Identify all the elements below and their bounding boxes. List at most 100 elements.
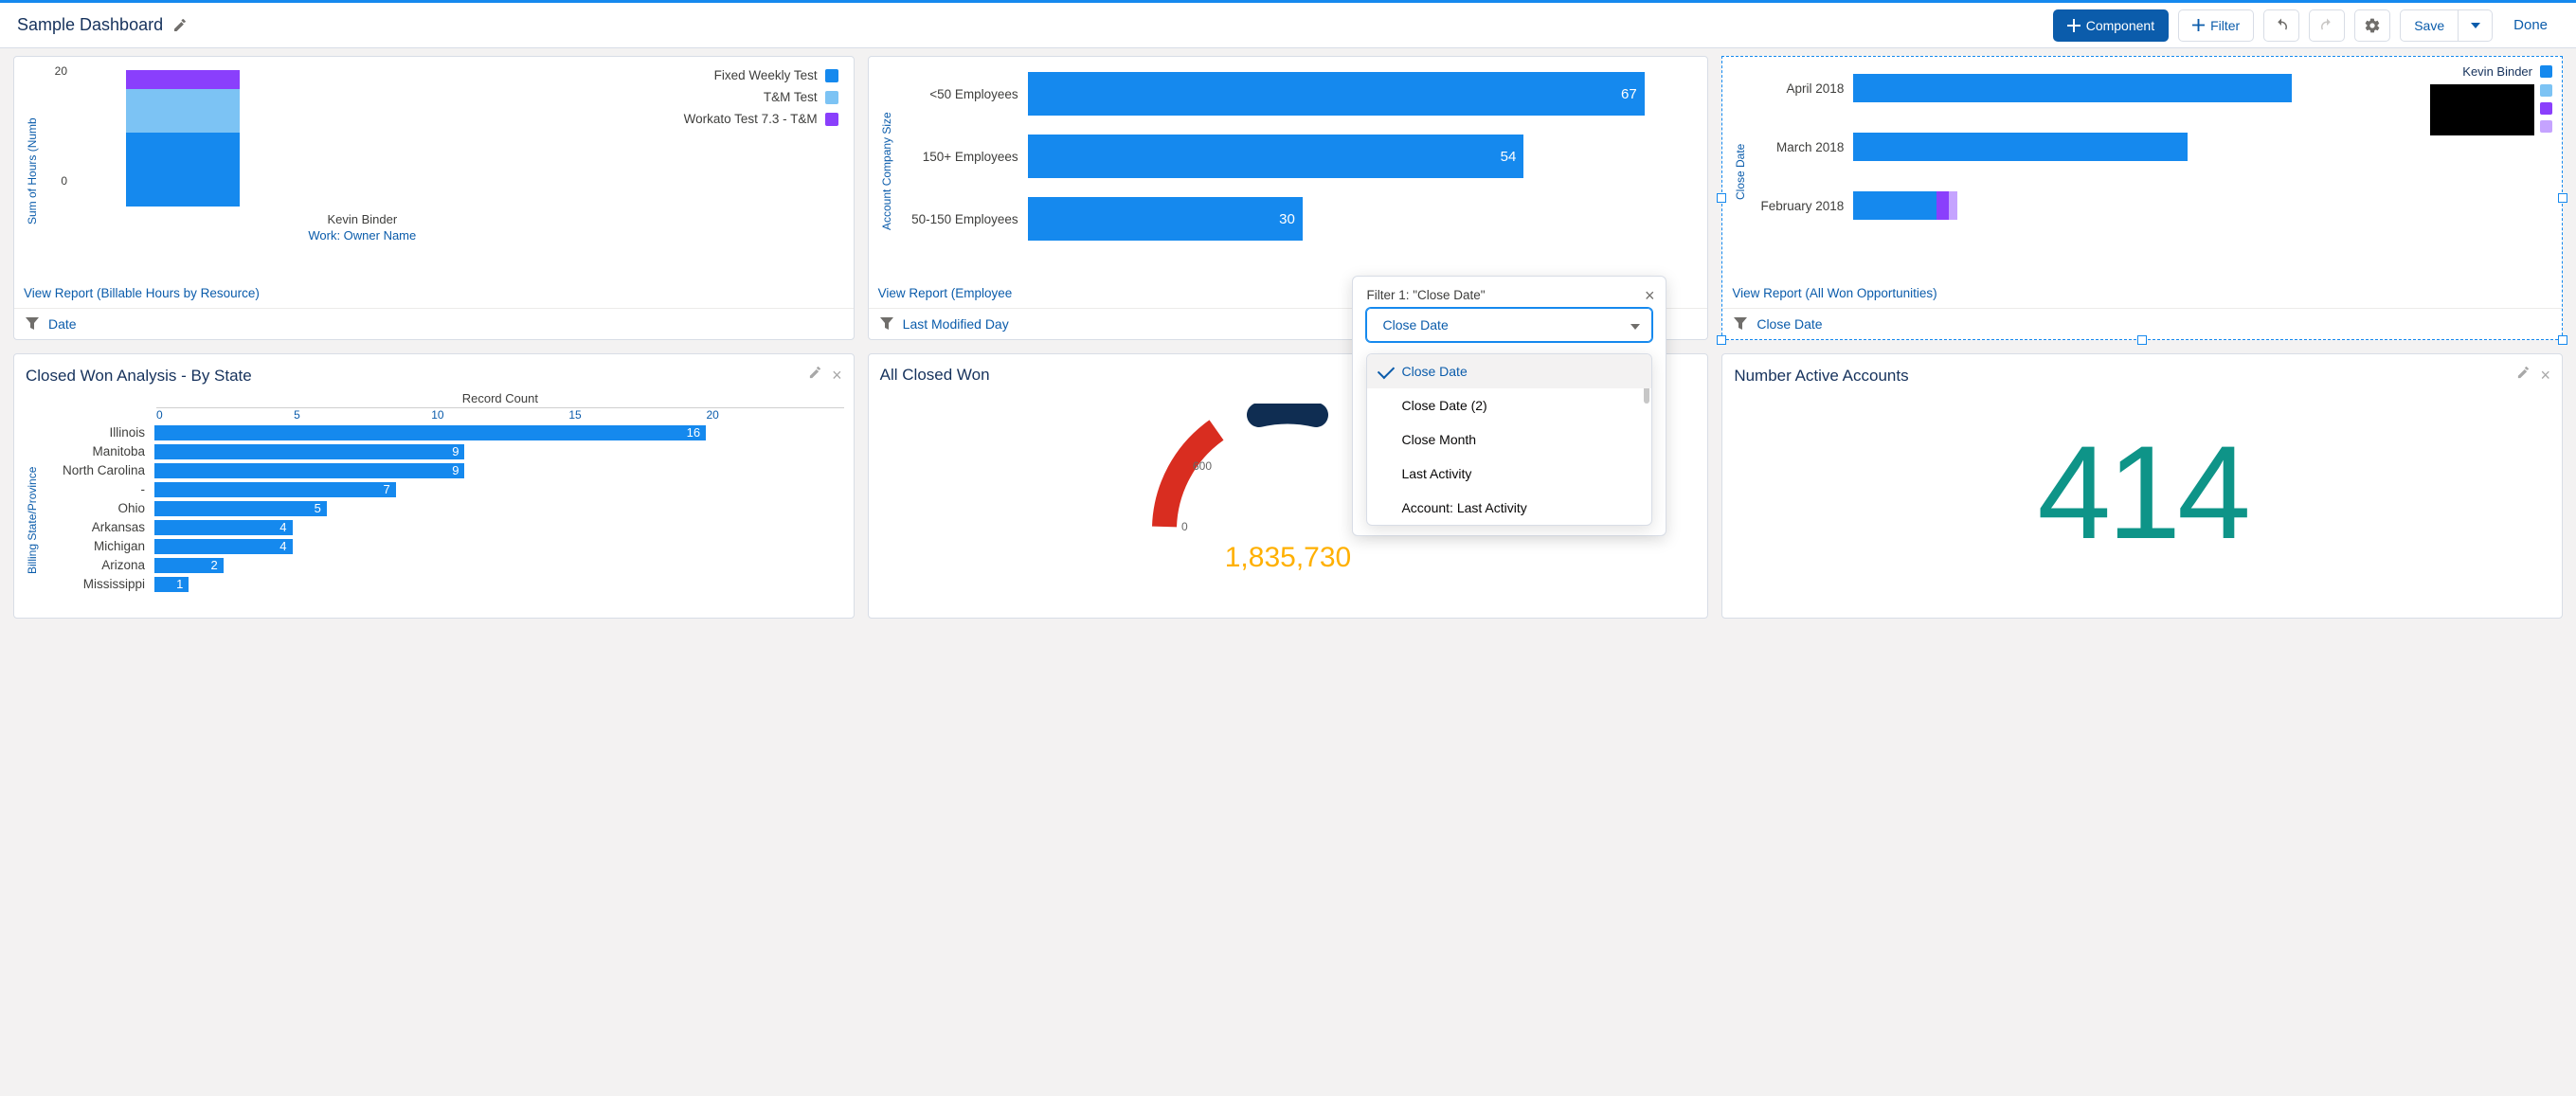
hbar-label: <50 Employees xyxy=(895,87,1028,101)
footer-filter-label[interactable]: Last Modified Day xyxy=(903,316,1009,332)
stacked-bar[interactable] xyxy=(126,70,240,207)
listbox-option[interactable]: Last Activity xyxy=(1367,457,1651,491)
option-label: Last Activity xyxy=(1401,466,1471,481)
dashboard-toolbar: Sample Dashboard Component Filter xyxy=(0,3,2576,48)
hbar-row[interactable]: <50 Employees 67 xyxy=(895,70,1699,117)
legend-swatch xyxy=(2540,84,2552,97)
view-report-link[interactable]: View Report (Billable Hours by Resource) xyxy=(24,278,844,304)
hbar-row[interactable]: 150+ Employees 54 xyxy=(895,133,1699,180)
hbar-row[interactable]: Manitoba9 xyxy=(41,442,844,460)
legend-swatch xyxy=(825,113,838,126)
legend-label: Workato Test 7.3 - T&M xyxy=(684,112,818,126)
hbar-value: 16 xyxy=(687,425,700,440)
y-tick: 0 xyxy=(61,174,67,188)
combobox-value: Close Date xyxy=(1382,317,1448,332)
redo-button[interactable] xyxy=(2309,9,2345,42)
add-component-button[interactable]: Component xyxy=(2053,9,2169,42)
hbar-bar: 2 xyxy=(154,558,224,573)
hbar-bar: 67 xyxy=(1028,72,1645,116)
legend-label: Kevin Binder xyxy=(2462,64,2532,79)
hbar-value: 4 xyxy=(279,520,286,534)
card-billable-hours[interactable]: Sum of Hours (Numb 20 0 Kevin Bind xyxy=(13,56,855,340)
bar-segment xyxy=(1853,133,2188,161)
listbox-option[interactable]: Close Date xyxy=(1367,354,1651,388)
save-menu-button[interactable] xyxy=(2459,9,2493,42)
card-title: Closed Won Analysis - By State xyxy=(26,367,252,386)
resize-handle[interactable] xyxy=(1717,335,1726,345)
hbar-bar: 4 xyxy=(154,520,293,535)
bar-segment xyxy=(1853,191,1937,220)
legend-label: Fixed Weekly Test xyxy=(714,68,818,82)
hbar-row[interactable]: Arizona 2 xyxy=(41,556,844,574)
funnel-icon[interactable] xyxy=(880,317,893,331)
footer-filter-label[interactable]: Close Date xyxy=(1756,316,1822,332)
card-active-accounts[interactable]: Number Active Accounts × 414 xyxy=(1721,353,2563,619)
funnel-icon[interactable] xyxy=(26,317,39,331)
hbar-row[interactable]: 50-150 Employees 30 xyxy=(895,195,1699,243)
settings-button[interactable] xyxy=(2354,9,2390,42)
legend-label: T&M Test xyxy=(764,90,818,104)
close-card-icon[interactable]: × xyxy=(2540,366,2550,386)
hbar-label: Illinois xyxy=(41,425,154,440)
hbar-value: 2 xyxy=(211,558,218,572)
edit-title-icon[interactable] xyxy=(172,18,188,33)
filter-popover: × Filter 1: "Close Date" Close Date Clos… xyxy=(1352,276,1666,536)
hbar-row[interactable]: North Carolina9 xyxy=(41,461,844,479)
hbar-row[interactable]: April 2018 xyxy=(1749,70,2430,106)
save-label: Save xyxy=(2414,18,2444,33)
hbar-row[interactable]: Mississippi1 xyxy=(41,575,844,593)
filter-field-combobox[interactable]: Close Date xyxy=(1366,308,1652,342)
redacted-block xyxy=(2430,84,2534,135)
bar-segment xyxy=(1937,191,1949,220)
listbox-option[interactable]: Account: Last Activity xyxy=(1367,491,1651,525)
hbar-bar: 5 xyxy=(154,501,327,516)
hbar-bar: 4 xyxy=(154,539,293,554)
listbox-option[interactable]: Close Date (2) xyxy=(1367,388,1651,422)
hbar-row[interactable]: February 2018 xyxy=(1749,188,2430,224)
footer-filter-label[interactable]: Date xyxy=(48,316,77,332)
resize-handle[interactable] xyxy=(2558,335,2567,345)
hbar-row[interactable]: March 2018 xyxy=(1749,129,2430,165)
combobox-listbox[interactable]: Close Date Close Date (2) Close Month La… xyxy=(1366,353,1652,526)
edit-card-icon[interactable] xyxy=(808,366,822,386)
chevron-down-icon xyxy=(1630,317,1640,332)
option-label: Account: Last Activity xyxy=(1401,500,1526,515)
resize-handle[interactable] xyxy=(2137,335,2147,345)
legend-swatch xyxy=(825,69,838,82)
listbox-option[interactable]: Close Month xyxy=(1367,422,1651,457)
hbar-label: February 2018 xyxy=(1749,199,1853,213)
save-button[interactable]: Save xyxy=(2400,9,2459,42)
hbar-row[interactable]: Arkansas4 xyxy=(41,518,844,536)
gauge-value: 1,835,730 xyxy=(1225,542,1351,574)
card-close-date[interactable]: Close Date April 2018 March 2018 Februar… xyxy=(1721,56,2563,340)
hbar-label: Arizona xyxy=(41,558,154,572)
y-axis-title: Sum of Hours (Numb xyxy=(24,64,41,278)
add-filter-button[interactable]: Filter xyxy=(2178,9,2254,42)
card-closed-won-by-state[interactable]: Closed Won Analysis - By State × Record … xyxy=(13,353,855,619)
y-axis-title: Close Date xyxy=(1732,64,1749,278)
hbar-row[interactable]: -7 xyxy=(41,480,844,498)
x-tick: 5 xyxy=(294,408,431,422)
done-button[interactable]: Done xyxy=(2502,17,2559,33)
hbar-value: 4 xyxy=(279,539,286,553)
hbar-bar: 16 xyxy=(154,425,706,440)
hbar-value: 54 xyxy=(1501,149,1517,165)
hbar-row[interactable]: Ohio5 xyxy=(41,499,844,517)
chart-legend: Fixed Weekly Test T&M Test Workato Test … xyxy=(684,64,844,278)
hbar-row[interactable]: Illinois 16 xyxy=(41,423,844,441)
resize-handle[interactable] xyxy=(1717,193,1726,203)
view-report-link[interactable]: View Report (All Won Opportunities) xyxy=(1732,278,2552,304)
resize-handle[interactable] xyxy=(2558,193,2567,203)
metric-value: 414 xyxy=(1732,391,2552,579)
bar-segment xyxy=(126,70,240,89)
edit-card-icon[interactable] xyxy=(2516,366,2531,386)
hbar-bar: 54 xyxy=(1028,135,1524,178)
save-button-group: Save xyxy=(2400,9,2493,42)
close-card-icon[interactable]: × xyxy=(832,366,842,386)
popover-close-icon[interactable]: × xyxy=(1645,286,1655,306)
card-title: Number Active Accounts xyxy=(1734,367,1908,386)
dashboard-canvas: Sum of Hours (Numb 20 0 Kevin Bind xyxy=(0,48,2576,638)
funnel-icon[interactable] xyxy=(1734,317,1747,331)
undo-button[interactable] xyxy=(2263,9,2299,42)
hbar-row[interactable]: Michigan4 xyxy=(41,537,844,555)
